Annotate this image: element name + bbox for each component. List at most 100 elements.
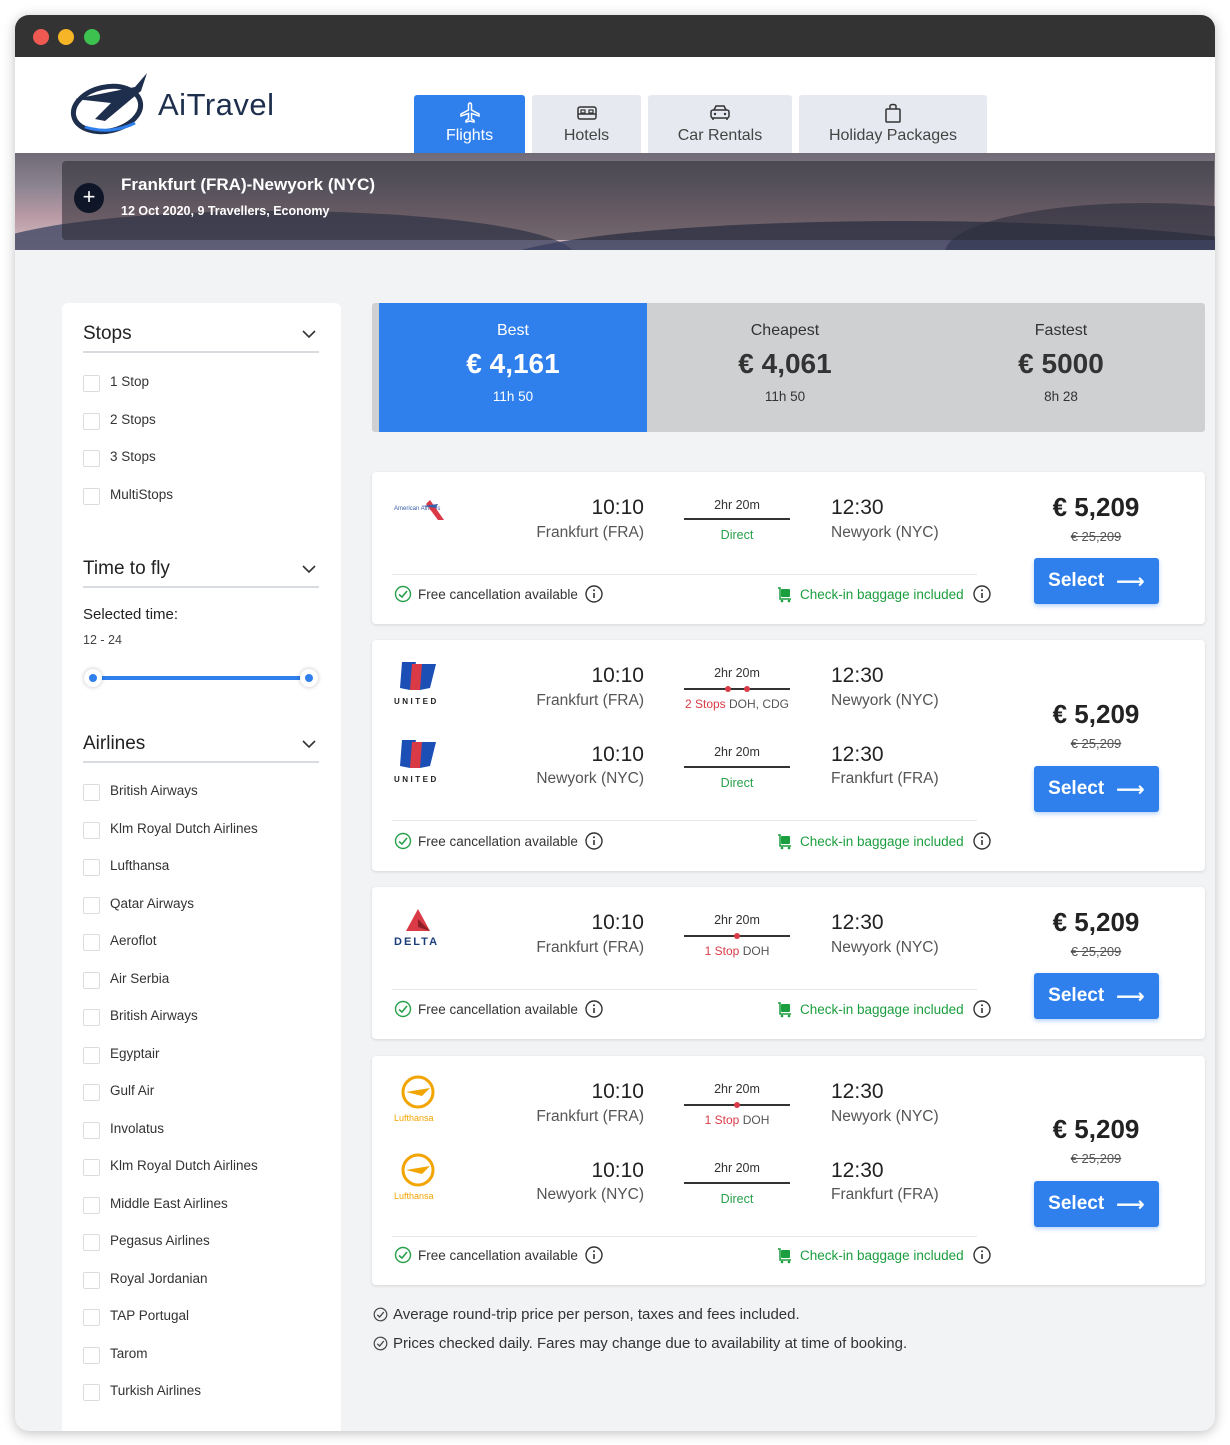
filter-option-label[interactable]: Aeroflot xyxy=(110,933,157,948)
filter-option-label[interactable]: Klm Royal Dutch Airlines xyxy=(110,1158,258,1173)
filter-option-label[interactable]: Air Serbia xyxy=(110,971,169,986)
select-button-label: Select xyxy=(1048,570,1105,591)
filter-option-label[interactable]: British Airways xyxy=(110,783,198,798)
flight-price: € 5,209 xyxy=(1052,907,1140,937)
sort-options-bar: Best € 4,161 11h 50 Cheapest € 4,061 11h… xyxy=(372,303,1205,432)
tab-hotels[interactable]: Hotels xyxy=(532,95,641,153)
select-flight-button[interactable]: Select ⟶ xyxy=(1034,558,1159,604)
departure-time: 10:10 xyxy=(591,1159,644,1182)
sort-duration: 11h 50 xyxy=(492,389,534,404)
free-cancellation-note: Free cancellation available xyxy=(394,999,610,1019)
filter-checkbox[interactable] xyxy=(83,1309,100,1326)
filter-checkbox[interactable] xyxy=(83,1084,100,1101)
baggage-note: Check-in baggage included xyxy=(776,584,998,604)
search-summary-bar[interactable]: + Frankfurt (FRA)-Newyork (NYC) 12 Oct 2… xyxy=(62,161,1214,240)
filter-option-label[interactable]: Involatus xyxy=(110,1121,164,1136)
luggage-cart-icon xyxy=(778,587,791,603)
filter-checkbox[interactable] xyxy=(83,1384,100,1401)
filter-checkbox[interactable] xyxy=(83,1271,100,1289)
filter-checkbox[interactable] xyxy=(83,450,100,467)
filter-option-label[interactable]: Egyptair xyxy=(110,1046,160,1061)
maximize-window-button[interactable] xyxy=(84,29,100,45)
stops-via: DOH xyxy=(742,944,770,958)
free-cancellation-text: Free cancellation available xyxy=(418,1001,578,1017)
filter-option-label[interactable]: Tarom xyxy=(110,1346,148,1361)
arrival-time: 12:30 xyxy=(831,1159,884,1182)
filter-checkbox[interactable] xyxy=(83,1046,100,1064)
time-slider-max-handle[interactable] xyxy=(300,669,318,687)
filter-checkbox[interactable] xyxy=(83,821,100,839)
filter-checkbox[interactable] xyxy=(83,784,100,801)
filter-option-label[interactable]: Qatar Airways xyxy=(110,896,194,911)
stops-label: 2 Stops xyxy=(684,697,726,711)
select-flight-button[interactable]: Select ⟶ xyxy=(1034,1181,1159,1227)
tab-holiday-packages[interactable]: Holiday Packages xyxy=(799,95,987,153)
filter-option-label[interactable]: Middle East Airlines xyxy=(110,1196,228,1211)
stop-marker xyxy=(725,686,731,692)
filter-option-label[interactable]: 2 Stops xyxy=(110,412,156,427)
svg-text:DELTA: DELTA xyxy=(394,936,439,948)
lufthansa-logo-icon: Lufthansa xyxy=(394,1075,435,1123)
minimize-window-button[interactable] xyxy=(58,29,74,45)
info-icon[interactable] xyxy=(584,999,604,1019)
tab-car-rentals[interactable]: Car Rentals xyxy=(648,95,792,153)
filter-checkbox[interactable] xyxy=(83,1346,100,1364)
airlines-filter-header[interactable]: Airlines xyxy=(83,733,319,763)
modify-search-plus-icon[interactable]: + xyxy=(74,183,104,213)
filter-checkbox[interactable] xyxy=(83,859,100,876)
info-icon[interactable] xyxy=(972,831,992,851)
filter-option-label[interactable]: Klm Royal Dutch Airlines xyxy=(110,821,258,836)
select-flight-button[interactable]: Select ⟶ xyxy=(1034,973,1159,1019)
info-icon[interactable] xyxy=(972,999,992,1019)
filter-option-label[interactable]: TAP Portugal xyxy=(110,1308,189,1323)
filter-option-label[interactable]: Turkish Airlines xyxy=(110,1383,201,1398)
chevron-down-icon[interactable] xyxy=(301,328,317,340)
filter-option-label[interactable]: MultiStops xyxy=(110,487,173,502)
filter-checkbox[interactable] xyxy=(83,1196,100,1214)
tab-flights[interactable]: Flights xyxy=(414,95,525,153)
close-window-button[interactable] xyxy=(33,29,49,45)
original-price: € 25,209 xyxy=(1070,529,1122,544)
filter-checkbox[interactable] xyxy=(83,1234,100,1251)
departure-time: 10:10 xyxy=(591,496,644,519)
info-icon[interactable] xyxy=(584,831,604,851)
filter-checkbox[interactable] xyxy=(83,896,100,914)
delta-logo-icon: DELTA xyxy=(394,909,439,948)
info-icon[interactable] xyxy=(972,584,992,604)
select-flight-button[interactable]: Select ⟶ xyxy=(1034,766,1159,812)
aitravel-logo-icon[interactable] xyxy=(65,69,155,139)
time-slider-min-handle[interactable] xyxy=(84,669,102,687)
info-icon[interactable] xyxy=(584,584,604,604)
filter-checkbox[interactable] xyxy=(83,375,100,392)
filter-checkbox[interactable] xyxy=(83,412,100,430)
stops-via: DOH xyxy=(742,1113,770,1127)
time-slider-track[interactable] xyxy=(92,676,308,680)
filter-title: Time to fly xyxy=(83,558,170,579)
filter-option-label[interactable]: Pegasus Airlines xyxy=(110,1233,210,1248)
info-icon[interactable] xyxy=(972,1245,992,1265)
chevron-down-icon[interactable] xyxy=(301,738,317,750)
arrow-right-icon: ⟶ xyxy=(1116,778,1145,801)
filter-option-label[interactable]: 3 Stops xyxy=(110,449,156,464)
sort-best-tab[interactable]: Best € 4,161 11h 50 xyxy=(379,303,647,432)
filter-checkbox[interactable] xyxy=(83,487,100,505)
filter-option-label[interactable]: Lufthansa xyxy=(110,858,169,873)
filter-checkbox[interactable] xyxy=(83,1009,100,1026)
filter-checkbox[interactable] xyxy=(83,934,100,951)
sort-title: Best xyxy=(496,322,529,339)
filter-option-label[interactable]: 1 Stop xyxy=(110,374,149,389)
info-icon[interactable] xyxy=(584,1245,604,1265)
sort-cheapest-tab[interactable]: Cheapest € 4,061 11h 50 xyxy=(647,303,923,432)
check-circle-icon xyxy=(373,1307,388,1322)
chevron-down-icon[interactable] xyxy=(301,563,317,575)
filter-option-label[interactable]: Gulf Air xyxy=(110,1083,154,1098)
sort-fastest-tab[interactable]: Fastest € 5000 8h 28 xyxy=(923,303,1199,432)
baggage-text: Check-in baggage included xyxy=(800,833,964,849)
stops-filter-header[interactable]: Stops xyxy=(83,323,319,353)
filter-checkbox[interactable] xyxy=(83,971,100,989)
filter-option-label[interactable]: British Airways xyxy=(110,1008,198,1023)
filter-checkbox[interactable] xyxy=(83,1159,100,1176)
time-filter-header[interactable]: Time to fly xyxy=(83,558,319,588)
filter-option-label[interactable]: Royal Jordanian xyxy=(110,1271,208,1286)
filter-checkbox[interactable] xyxy=(83,1121,100,1139)
